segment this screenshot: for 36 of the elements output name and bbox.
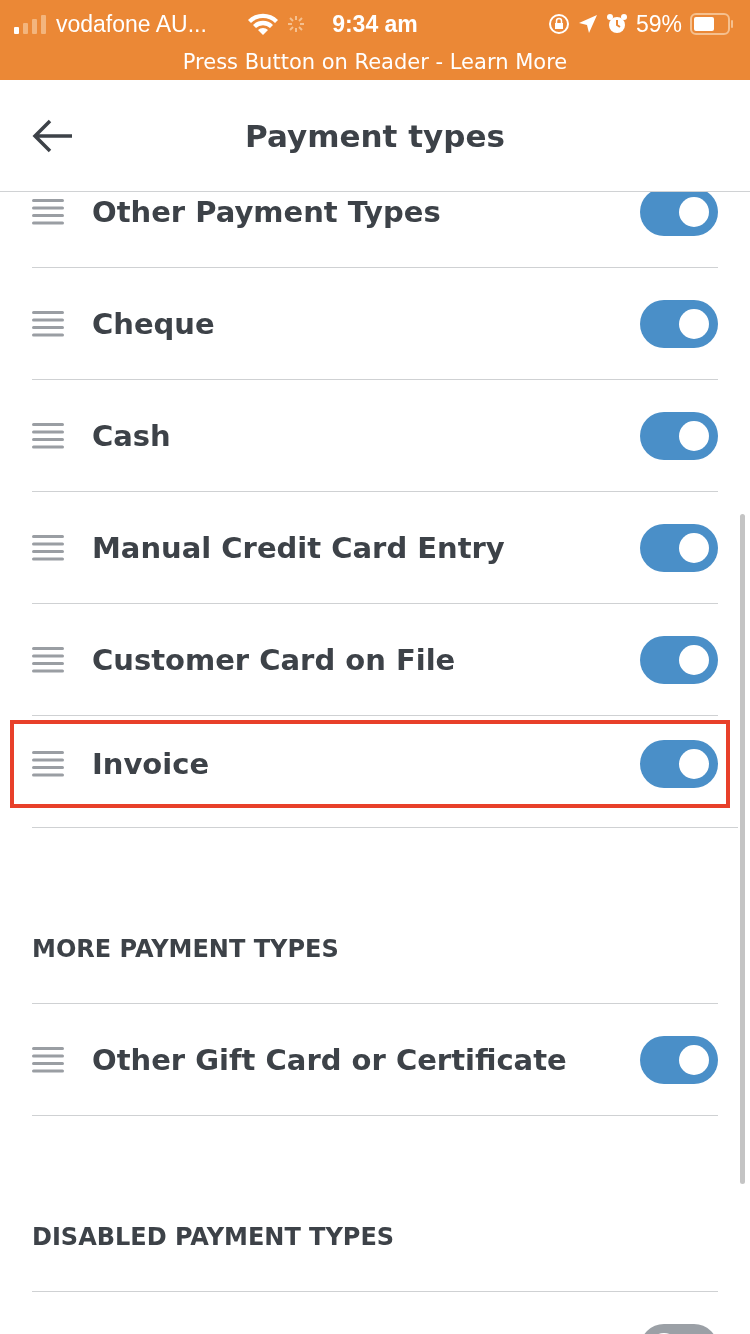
payment-type-label: Invoice — [92, 747, 211, 781]
spinner-icon — [286, 15, 305, 33]
battery-icon — [690, 13, 734, 35]
payment-type-label: Manual Credit Card Entry — [92, 530, 506, 565]
drag-handle-icon[interactable] — [32, 198, 64, 225]
back-arrow-icon[interactable] — [32, 119, 74, 153]
drag-handle-icon[interactable] — [32, 1046, 64, 1073]
payment-type-label: Customer Card on File — [92, 642, 457, 677]
payment-type-label: Other Gift Card or Certificate — [92, 1042, 568, 1077]
drag-handle-icon[interactable] — [32, 310, 64, 337]
drag-handle-icon[interactable] — [32, 534, 64, 561]
drag-handle-icon[interactable] — [32, 751, 64, 777]
toggle-switch[interactable] — [640, 192, 718, 236]
toggle-switch[interactable] — [640, 523, 718, 572]
payment-type-label: Other Payment Types — [92, 194, 442, 229]
toggle-switch[interactable] — [640, 299, 718, 348]
section-heading: DISABLED PAYMENT TYPES — [32, 1223, 395, 1251]
drag-handle-icon[interactable] — [32, 646, 64, 673]
toggle-switch[interactable] — [640, 635, 718, 684]
toggle-switch[interactable] — [640, 411, 718, 460]
reader-banner[interactable]: Press Button on Reader - Learn More — [0, 48, 750, 80]
section-heading: MORE PAYMENT TYPES — [32, 935, 339, 963]
wifi-icon — [246, 13, 279, 35]
location-arrow-icon — [577, 14, 598, 34]
carrier-name: vodafone AU... — [56, 10, 207, 38]
clock-time: 9:34 am — [332, 10, 418, 38]
rotation-lock-icon — [547, 13, 570, 35]
alarm-clock-icon — [605, 13, 628, 35]
battery-percent: 59% — [635, 10, 682, 38]
drag-handle-icon[interactable] — [32, 422, 64, 449]
page-title: Payment types — [245, 117, 505, 154]
signal-icon — [14, 14, 48, 34]
payment-type-label: Cheque — [92, 306, 216, 341]
payment-type-label: Cash — [92, 418, 172, 453]
toggle-switch[interactable] — [640, 740, 718, 788]
toggle-switch[interactable] — [640, 1035, 718, 1084]
